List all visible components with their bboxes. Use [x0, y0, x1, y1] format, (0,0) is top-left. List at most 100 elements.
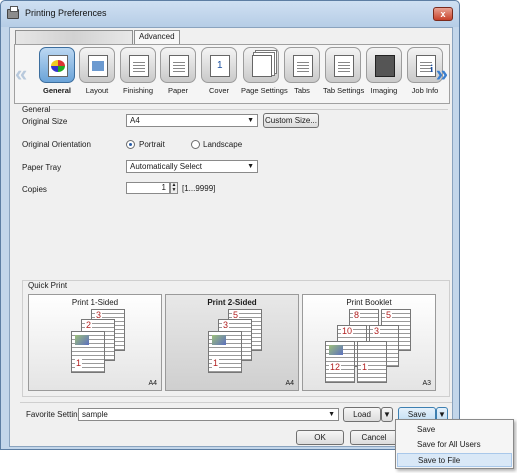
menu-item-save[interactable]: Save	[397, 423, 512, 437]
card-title: Print Booklet	[346, 298, 392, 307]
page-number: 1	[75, 358, 83, 368]
tab-imaging-label: Imaging	[370, 86, 398, 95]
window-title: Printing Preferences	[25, 8, 107, 18]
paper-tray-value: Automatically Select	[130, 162, 203, 171]
page-number: 5	[385, 310, 393, 320]
favorite-setting-label: Favorite Setting	[26, 410, 83, 419]
tab-tab-settings[interactable]: Tab Settings	[323, 47, 365, 105]
quick-print-label: Quick Print	[26, 281, 70, 290]
paper-size-badge: A3	[422, 380, 431, 387]
printer-icon	[7, 6, 19, 19]
cover-icon	[210, 55, 230, 77]
tab-finishing[interactable]: Finishing	[118, 47, 158, 105]
portrait-label: Portrait	[139, 140, 165, 149]
page-sheet: 1	[208, 331, 242, 373]
page-sheet: 1	[71, 331, 105, 373]
tab-layout-label: Layout	[85, 86, 109, 95]
tab-tabs-label: Tabs	[294, 86, 310, 95]
scroll-left-icon[interactable]: «	[15, 61, 27, 87]
tab-layout[interactable]: Layout	[77, 47, 117, 105]
tab-cover[interactable]: Cover	[199, 47, 239, 105]
chevron-down-icon: ▼	[383, 410, 391, 419]
layout-icon	[88, 55, 108, 77]
portrait-radio[interactable]	[126, 140, 135, 149]
tab-page-settings-label: Page Settings	[241, 86, 288, 95]
original-size-value: A4	[130, 116, 140, 125]
chevron-down-icon: ▼	[247, 163, 254, 170]
tab-advanced[interactable]: Advanced	[134, 30, 180, 44]
footer-divider	[20, 402, 452, 403]
title-bar[interactable]: Printing Preferences x	[1, 1, 459, 27]
page-number: 1	[361, 362, 369, 372]
menu-item-save-for-all-users[interactable]: Save for All Users	[397, 438, 512, 452]
tab-paper[interactable]: Paper	[158, 47, 198, 105]
save-dropdown-menu: Save Save for All Users Save to File	[395, 419, 514, 469]
finishing-icon	[129, 55, 149, 77]
section-divider	[50, 109, 448, 110]
scroll-right-icon[interactable]: »	[436, 61, 448, 87]
ok-button[interactable]: OK	[296, 430, 344, 445]
general-icon	[48, 55, 68, 77]
custom-size-button[interactable]: Custom Size...	[263, 113, 319, 128]
cancel-button[interactable]: Cancel	[350, 430, 398, 445]
paper-tray-label: Paper Tray	[22, 163, 62, 172]
imaging-icon	[375, 55, 395, 77]
page-number: 3	[373, 326, 381, 336]
orientation-label: Original Orientation	[22, 140, 91, 149]
dialog-body: Advanced « General Layout Finishing Pape…	[9, 27, 453, 447]
original-size-label: Original Size	[22, 117, 68, 126]
copies-input[interactable]: 1	[126, 182, 170, 194]
tab-general[interactable]: General	[37, 47, 77, 105]
print-1-sided-card[interactable]: Print 1-Sided 3 2 1 A4	[28, 294, 162, 391]
page-image	[212, 335, 226, 345]
tab-blurred[interactable]	[15, 30, 133, 44]
landscape-label: Landscape	[203, 140, 243, 149]
load-dropdown-button[interactable]: ▼	[381, 407, 393, 422]
page-image	[75, 335, 89, 345]
page-number: 10	[341, 326, 354, 336]
landscape-radio[interactable]	[191, 140, 200, 149]
copies-range: [1...9999]	[182, 184, 216, 193]
tab-tabs[interactable]: Tabs	[282, 47, 322, 105]
tab-general-label: General	[43, 86, 71, 95]
tab-settings-icon	[334, 55, 354, 77]
favorite-setting-select[interactable]: sample ▼	[78, 408, 339, 421]
print-booklet-card[interactable]: Print Booklet 8 5 10 3 12 1 A3	[302, 294, 436, 391]
close-button[interactable]: x	[433, 7, 453, 21]
paper-size-badge: A4	[148, 380, 157, 387]
menu-item-save-to-file[interactable]: Save to File	[397, 453, 512, 467]
page-number: 1	[212, 358, 220, 368]
paper-size-badge: A4	[285, 380, 294, 387]
page-number: 3	[222, 320, 230, 330]
original-size-select[interactable]: A4 ▼	[126, 114, 258, 127]
chevron-down-icon: ▼	[247, 117, 254, 124]
load-button[interactable]: Load	[343, 407, 381, 422]
paper-tray-select[interactable]: Automatically Select ▼	[126, 160, 258, 173]
page-number: 8	[353, 310, 361, 320]
tabs-icon	[293, 55, 313, 77]
job-info-icon	[416, 55, 436, 77]
chevron-down-icon: ▼	[328, 411, 335, 418]
card-title: Print 1-Sided	[71, 298, 119, 307]
page-number: 2	[85, 320, 93, 330]
chevron-down-icon: ▼	[438, 410, 446, 419]
paper-icon	[169, 55, 189, 77]
page-number: 12	[329, 362, 342, 372]
page-image	[329, 345, 343, 355]
tab-paper-label: Paper	[167, 86, 188, 95]
tab-cover-label: Cover	[208, 86, 229, 95]
tab-tab-settings-label: Tab Settings	[323, 86, 365, 95]
page-sheet: 12	[325, 341, 355, 383]
settings-icon-bar: « General Layout Finishing Paper Cover	[14, 44, 450, 104]
print-2-sided-card[interactable]: Print 2-Sided 5 3 1 A4	[165, 294, 299, 391]
copies-label: Copies	[22, 185, 47, 194]
tab-page-settings[interactable]: Page Settings	[241, 47, 288, 105]
tab-imaging[interactable]: Imaging	[364, 47, 404, 105]
page-settings-icon	[252, 55, 272, 77]
favorite-setting-value: sample	[82, 410, 108, 419]
printing-preferences-window: Printing Preferences x Advanced « Genera…	[0, 0, 460, 450]
section-general-label: General	[22, 105, 51, 114]
copies-stepper[interactable]: ▲ ▼	[170, 182, 178, 194]
tab-job-info-label: Job Info	[411, 86, 439, 95]
page-sheet: 1	[357, 341, 387, 383]
